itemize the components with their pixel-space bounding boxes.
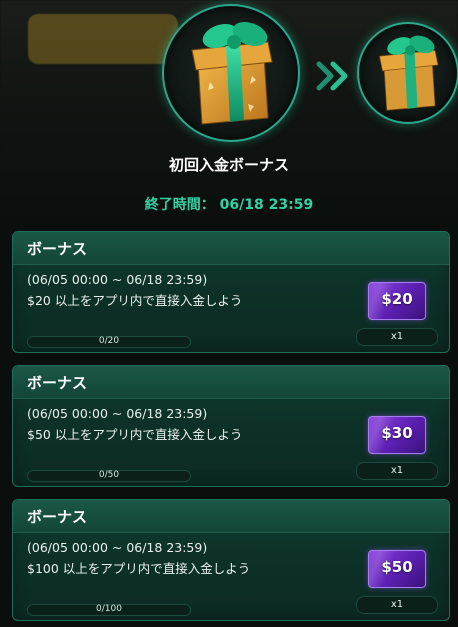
- gift-box-icon: [379, 35, 439, 111]
- double-chevron-right-icon: [316, 61, 348, 91]
- reward-quantity: x1: [356, 462, 438, 480]
- reward-voucher: $30: [368, 416, 426, 454]
- progress-text: 0/100: [96, 604, 122, 614]
- card-description: $20 以上をアプリ内で直接入金しよう: [27, 293, 243, 308]
- reward-quantity: x1: [356, 328, 438, 346]
- progress-bar: 0/100: [27, 604, 191, 616]
- card-description: $100 以上をアプリ内で直接入金しよう: [27, 561, 251, 576]
- progress-text: 0/20: [98, 336, 120, 346]
- card-period: (06/05 00:00 ~ 06/18 23:59): [27, 272, 208, 287]
- card-period: (06/05 00:00 ~ 06/18 23:59): [27, 406, 208, 421]
- reward-amount: $20: [381, 290, 413, 308]
- reward-amount: $50: [381, 558, 413, 576]
- bonus-card: ボーナス (06/05 00:00 ~ 06/18 23:59) $100 以上…: [12, 499, 450, 621]
- background-badge: [28, 14, 178, 64]
- reward-quantity: x1: [356, 596, 438, 614]
- card-title: ボーナス: [27, 374, 88, 392]
- reward-voucher: $50: [368, 550, 426, 588]
- bonus-card: ボーナス (06/05 00:00 ~ 06/18 23:59) $20 以上を…: [12, 231, 450, 353]
- reward-amount: $30: [381, 424, 413, 442]
- progress-bar: 0/20: [27, 336, 191, 348]
- end-time: 終了時間： 06/18 23:59: [0, 194, 458, 214]
- end-time-label: 終了時間：: [144, 197, 215, 213]
- next-gift-circle: [357, 22, 458, 124]
- card-period: (06/05 00:00 ~ 06/18 23:59): [27, 540, 208, 555]
- page-title: 初回入金ボーナス: [168, 156, 289, 174]
- card-description: $50 以上をアプリ内で直接入金しよう: [27, 427, 243, 442]
- gift-box-icon: [191, 21, 273, 125]
- current-gift-circle: [162, 4, 300, 142]
- reward-voucher: $20: [368, 282, 426, 320]
- card-title: ボーナス: [27, 240, 88, 258]
- bonus-card: ボーナス (06/05 00:00 ~ 06/18 23:59) $50 以上を…: [12, 365, 450, 487]
- end-time-value: 06/18 23:59: [219, 197, 314, 213]
- card-title: ボーナス: [27, 508, 88, 526]
- progress-bar: 0/50: [27, 470, 191, 482]
- progress-text: 0/50: [98, 470, 120, 480]
